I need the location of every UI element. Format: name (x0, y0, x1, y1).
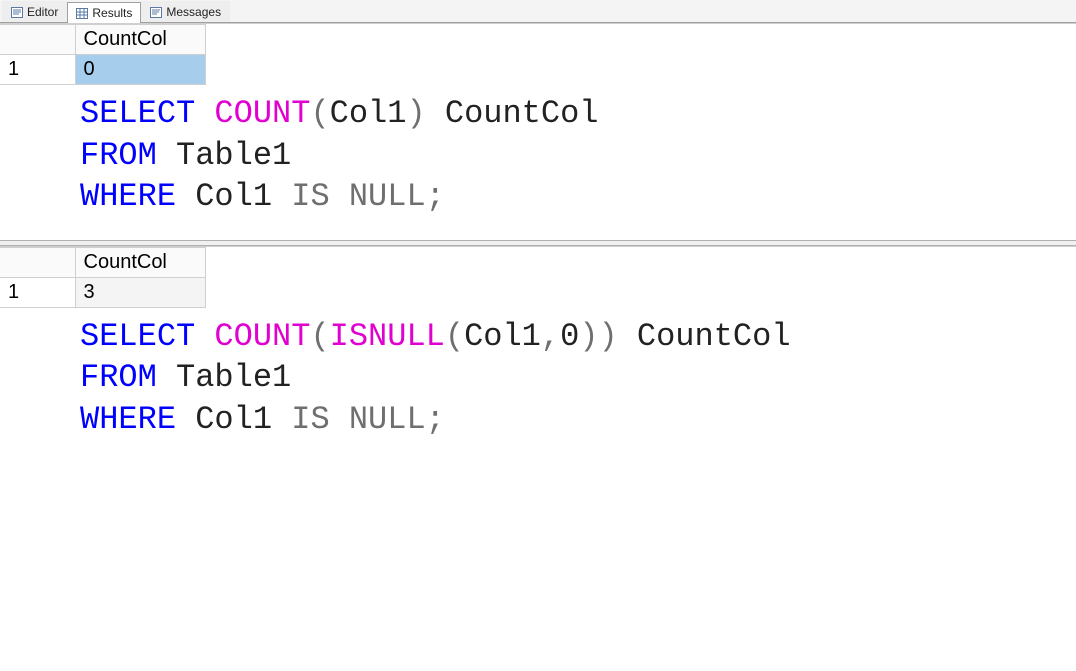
editor-icon (11, 7, 23, 18)
sql-snippet-2: SELECT COUNT(ISNULL(Col1,0)) CountCol FR… (0, 308, 1076, 461)
lparen: ( (310, 95, 329, 132)
tab-messages[interactable]: Messages (141, 1, 230, 22)
result-pane-1: CountCol 1 0 SELECT COUNT(Col1) CountCol… (0, 23, 1076, 238)
semi: ; (426, 401, 445, 438)
tab-editor-label: Editor (27, 5, 58, 19)
kw-null: NULL (349, 178, 426, 215)
rparen: ) (598, 318, 617, 355)
semi: ; (426, 178, 445, 215)
wcol: Col1 (195, 178, 272, 215)
table-row[interactable]: 1 0 (0, 55, 205, 85)
tab-messages-label: Messages (166, 5, 221, 19)
header-row: CountCol (0, 25, 205, 55)
kw-null: NULL (349, 401, 426, 438)
fn-count: COUNT (214, 318, 310, 355)
tab-results[interactable]: Results (67, 2, 141, 23)
column-header[interactable]: CountCol (75, 25, 205, 55)
column-header[interactable]: CountCol (75, 247, 205, 277)
row-number-header (0, 247, 75, 277)
cell-value[interactable]: 0 (75, 55, 205, 85)
result-grid-2[interactable]: CountCol 1 3 (0, 247, 206, 308)
result-pane-2: CountCol 1 3 SELECT COUNT(ISNULL(Col1,0)… (0, 246, 1076, 461)
kw-from: FROM (80, 359, 157, 396)
col1: Col1 (330, 95, 407, 132)
tab-results-label: Results (92, 6, 132, 20)
alias: CountCol (637, 318, 791, 355)
col1: Col1 (464, 318, 541, 355)
sql-snippet-1: SELECT COUNT(Col1) CountCol FROM Table1 … (0, 85, 1076, 238)
row-number-header (0, 25, 75, 55)
row-number: 1 (0, 277, 75, 307)
lparen2: ( (445, 318, 464, 355)
header-row: CountCol (0, 247, 205, 277)
wcol: Col1 (195, 401, 272, 438)
lparen: ( (310, 318, 329, 355)
kw-select: SELECT (80, 95, 195, 132)
kw-where: WHERE (80, 178, 176, 215)
table: Table1 (176, 359, 291, 396)
rparen2: ) (579, 318, 598, 355)
comma: , (541, 318, 560, 355)
table-row[interactable]: 1 3 (0, 277, 205, 307)
zero: 0 (560, 318, 579, 355)
result-grid-1[interactable]: CountCol 1 0 (0, 24, 206, 85)
cell-value[interactable]: 3 (75, 277, 205, 307)
kw-where: WHERE (80, 401, 176, 438)
row-number: 1 (0, 55, 75, 85)
tab-bar: Editor Results Messages (0, 0, 1076, 23)
table: Table1 (176, 137, 291, 174)
fn-isnull: ISNULL (330, 318, 445, 355)
tab-editor[interactable]: Editor (2, 1, 67, 22)
kw-is: IS (291, 401, 329, 438)
kw-is: IS (291, 178, 329, 215)
messages-icon (150, 7, 162, 18)
kw-from: FROM (80, 137, 157, 174)
fn-count: COUNT (214, 95, 310, 132)
alias: CountCol (445, 95, 599, 132)
grid-icon (76, 8, 88, 19)
kw-select: SELECT (80, 318, 195, 355)
rparen: ) (406, 95, 425, 132)
